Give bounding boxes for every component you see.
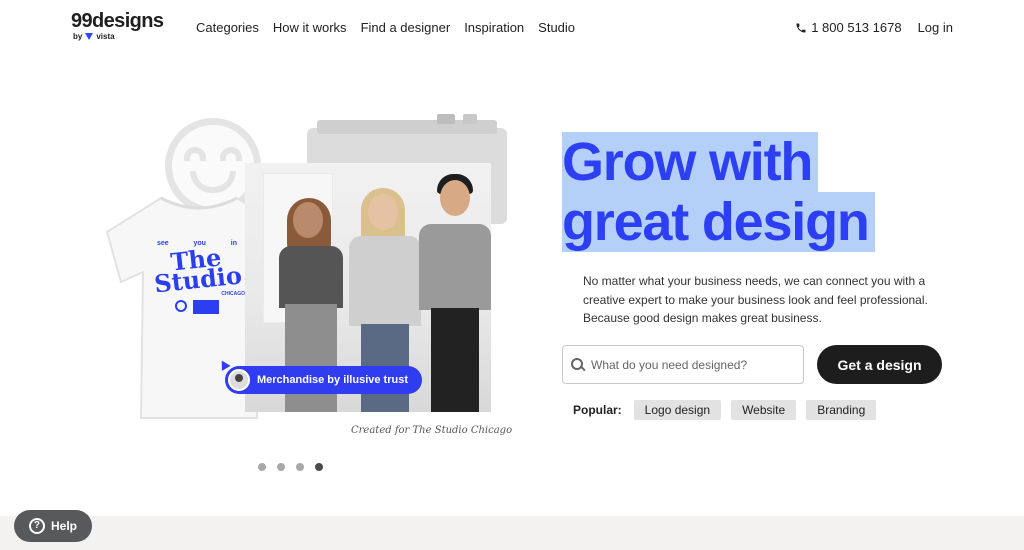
design-search-input[interactable] [591,357,791,372]
nav-studio[interactable]: Studio [538,20,575,35]
person-3 [417,174,491,412]
camera-dial [463,114,477,124]
hero-subtext: No matter what your business needs, we c… [583,274,928,325]
person-1-legs [285,304,337,412]
phone-icon [796,23,806,32]
headline-line-1: Grow with [562,132,875,192]
carousel-dot-3[interactable] [296,463,304,471]
carousel-dots [258,463,323,471]
designer-badge[interactable]: Merchandise by illusive trust [225,366,422,394]
print-title: The Studio [152,242,244,299]
person-1-head [293,202,323,238]
footer-band [0,516,1024,550]
showcase-credit: Created for The Studio Chicago [351,425,513,436]
person-1-shirt [279,246,343,308]
designer-avatar [228,369,250,391]
nav-find-a-designer[interactable]: Find a designer [361,20,451,35]
tag-branding[interactable]: Branding [806,400,877,420]
camera-print-icon [193,300,219,314]
smiley-eye-left [184,147,206,161]
person-2-sweatshirt [349,236,421,326]
tag-website[interactable]: Website [731,400,797,420]
design-search[interactable] [562,345,804,384]
headline-line-1-text: Grow with [562,132,819,192]
logo[interactable]: 99designs by vista [71,10,164,41]
phone-number: 1 800 513 1678 [811,20,902,35]
person-3-hoodie [419,224,491,310]
site-header: 99designs by vista Categories How it wor… [0,0,1024,56]
header-actions: 1 800 513 1678 Log in [795,20,953,35]
login-link[interactable]: Log in [918,20,953,35]
help-icon: ? [28,518,45,534]
camera-button [437,114,455,124]
person-3-head [440,180,470,216]
globe-icon [175,300,187,312]
popular-label: Popular: [573,403,622,417]
smiley-mouth [190,171,236,193]
carousel-dot-2[interactable] [277,463,285,471]
tag-logo-design[interactable]: Logo design [633,400,722,420]
person-3-legs [431,308,479,412]
help-button[interactable]: ? Help [14,510,92,542]
headline-line-2-text: great design [562,192,875,252]
hero-headline: Grow with great design [562,132,875,252]
person-2-head [368,194,398,230]
print-see: see [157,240,169,247]
nav-inspiration[interactable]: Inspiration [464,20,524,35]
carousel-dot-4[interactable] [315,463,323,471]
logo-byline: by vista [73,32,163,41]
nav-categories[interactable]: Categories [196,20,259,35]
search-icon [571,357,585,372]
logo-wordmark: 99designs [71,10,164,32]
popular-tags: Popular: Logo design Website Branding [573,400,877,420]
designer-badge-label: Merchandise by illusive trust [257,374,408,386]
help-label: Help [50,519,77,533]
get-a-design-button[interactable]: Get a design [817,345,942,384]
print-icons [149,300,245,314]
carousel-dot-1[interactable] [258,463,266,471]
headline-line-2: great design [562,192,875,252]
smiley-eye-right [220,147,242,161]
nav-how-it-works[interactable]: How it works [273,20,347,35]
logo-by: by [73,32,83,41]
phone-link[interactable]: 1 800 513 1678 [795,20,902,35]
main-nav: Categories How it works Find a designer … [196,20,575,35]
hero-showcase: see you in The Studio CHICAGO Merchandis… [95,110,515,440]
logo-brand: vista [96,32,115,41]
vista-icon [85,33,94,40]
tshirt-print: see you in The Studio CHICAGO [149,240,245,314]
